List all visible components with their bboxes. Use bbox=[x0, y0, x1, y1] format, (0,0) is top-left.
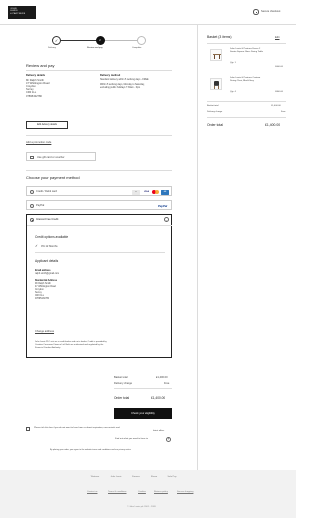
lock-icon bbox=[253, 9, 259, 15]
step-complete bbox=[137, 35, 146, 45]
collapse-icon[interactable]: − bbox=[164, 217, 169, 223]
basket-total-label: Basket total bbox=[207, 105, 219, 107]
footer-brand: Klarna bbox=[150, 476, 158, 478]
basket-item-name[interactable]: Seater Square Glass Dining Table bbox=[230, 51, 263, 54]
basket-total-value: £1,400.00 bbox=[156, 376, 168, 379]
footer-link-returns[interactable]: Returns policy bbox=[154, 491, 168, 493]
gift-card-label: Use gift card or voucher bbox=[37, 155, 65, 159]
basket-item-qty: Qty: 4 bbox=[230, 91, 236, 93]
payment-option-credit[interactable]: Interest Free Credit − Credit options av… bbox=[26, 214, 172, 358]
step-label: Review and pay bbox=[87, 47, 103, 49]
credit-option-selected[interactable]: 0% 12 Months bbox=[41, 245, 58, 248]
chair-leg bbox=[214, 86, 215, 90]
table-leg bbox=[219, 55, 220, 60]
payment-option-label: Credit / Debit card bbox=[36, 190, 57, 194]
delivery-method: Standard delivery within 5 working days … bbox=[100, 78, 149, 81]
footer-brand: Waitrose bbox=[90, 476, 100, 478]
email-value: ralph.smith@gmail.com bbox=[35, 273, 60, 276]
step-review-current: 2 bbox=[95, 35, 105, 45]
check-eligibility-button[interactable]: Check your eligibility bbox=[114, 408, 172, 419]
secure-checkout-label: Secure checkout bbox=[261, 10, 281, 14]
paypal-logo: PayPal bbox=[158, 203, 168, 208]
basket-title: Basket (3 items) bbox=[207, 35, 232, 39]
check-icon: ✓ bbox=[54, 37, 59, 43]
footer-link-contact[interactable]: Contact us bbox=[87, 491, 97, 493]
delivery-charge-label: Delivery charge bbox=[114, 381, 133, 385]
payment-option-label: PayPal bbox=[36, 204, 45, 208]
applicant-title: Applicant details bbox=[35, 259, 59, 263]
order-total-label: Order total bbox=[114, 396, 130, 400]
change-address-link[interactable]: Change address bbox=[35, 330, 54, 333]
basket-item-name[interactable]: Dining Chair, Black/Grey bbox=[230, 80, 254, 83]
copyright: © John Lewis plc 2001 - 2020 bbox=[127, 506, 156, 508]
basket-item-price: £800.00 bbox=[275, 91, 283, 93]
address-line: 07895432780 bbox=[26, 94, 42, 98]
consent-checkbox[interactable] bbox=[26, 427, 30, 431]
table-leg bbox=[214, 55, 215, 60]
card-icon: ▭ bbox=[132, 189, 140, 195]
consent-text: Please tick this box if you do not want … bbox=[34, 426, 120, 429]
payment-title: Choose your payment method bbox=[26, 175, 80, 180]
basket-item-qty: Qty: 1 bbox=[230, 62, 236, 64]
check-icon: ✓ bbox=[35, 244, 38, 248]
radio-card[interactable] bbox=[30, 189, 34, 194]
logo-line: & PARTNERS bbox=[10, 13, 26, 16]
order-total-label: Order total bbox=[207, 123, 224, 127]
footer-link-secure[interactable]: Secure shopping bbox=[177, 491, 193, 493]
delivery-charge-value: Free bbox=[164, 381, 170, 385]
footer-brand: Finance bbox=[132, 476, 140, 478]
help-text: Find out what you need to have to bbox=[115, 438, 148, 440]
payment-option-paypal[interactable]: PayPal PayPal bbox=[26, 200, 172, 210]
chair-leg bbox=[218, 86, 219, 90]
review-title: Review and pay bbox=[26, 63, 55, 68]
order-total-value: £1,400.00 bbox=[265, 123, 281, 127]
credit-legal: Financial Conduct Authority. bbox=[35, 346, 61, 349]
footer-link-terms[interactable]: Terms & conditions bbox=[108, 491, 126, 493]
consent-text: latest offers bbox=[153, 429, 165, 432]
footer-brand: John Lewis bbox=[110, 476, 122, 478]
radio-paypal[interactable] bbox=[30, 203, 34, 208]
amex-icon: AM bbox=[161, 189, 169, 195]
edit-delivery-button[interactable]: Edit delivery details bbox=[26, 121, 68, 129]
basket-item-price: £600.00 bbox=[275, 65, 283, 68]
payment-option-card[interactable]: Credit / Debit card ▭ VISA AM bbox=[26, 186, 172, 196]
delivery-charge-label: Delivery charge bbox=[207, 110, 223, 113]
credit-options-title: Credit options available bbox=[35, 235, 69, 239]
product-thumbnail[interactable] bbox=[210, 49, 222, 61]
help-icon[interactable]: ? bbox=[166, 436, 171, 442]
delivery-charge-value: Free bbox=[281, 110, 286, 113]
mastercard-icon bbox=[152, 189, 159, 195]
delivery-note: excluding public holidays 7:30am - 6pm bbox=[100, 86, 141, 89]
step-label: Delivery bbox=[48, 47, 56, 49]
visa-logo: VISA bbox=[143, 190, 150, 193]
brand-logo[interactable]: JOHN LEWIS & PARTNERS bbox=[8, 6, 36, 19]
delivery-method-title: Delivery method bbox=[100, 74, 121, 77]
basket-edit-link[interactable]: Edit bbox=[275, 36, 279, 39]
radio-credit[interactable] bbox=[30, 217, 34, 222]
order-total-value: £1,400.00 bbox=[151, 396, 166, 400]
basket-total-value: £1,400.00 bbox=[271, 105, 281, 107]
gift-card-field[interactable]: Use gift card or voucher bbox=[26, 152, 96, 161]
residential-line: 07895432780 bbox=[35, 298, 50, 301]
footer-brand: Safe Pay bbox=[167, 476, 177, 478]
footer-link-cookies[interactable]: Cookies bbox=[138, 491, 146, 493]
step-label: Complete bbox=[132, 47, 142, 49]
promo-code-link[interactable]: Add a promotion code bbox=[26, 141, 51, 144]
product-thumbnail[interactable] bbox=[210, 78, 222, 90]
gift-card-icon bbox=[30, 155, 34, 159]
terms-text: By placing your order, you agree to the … bbox=[50, 449, 131, 451]
step-delivery-done: ✓ bbox=[52, 35, 61, 45]
basket-total-label: Basket total bbox=[114, 376, 128, 379]
payment-option-label: Interest Free Credit bbox=[36, 218, 59, 222]
delivery-details-title: Delivery details bbox=[26, 74, 46, 77]
